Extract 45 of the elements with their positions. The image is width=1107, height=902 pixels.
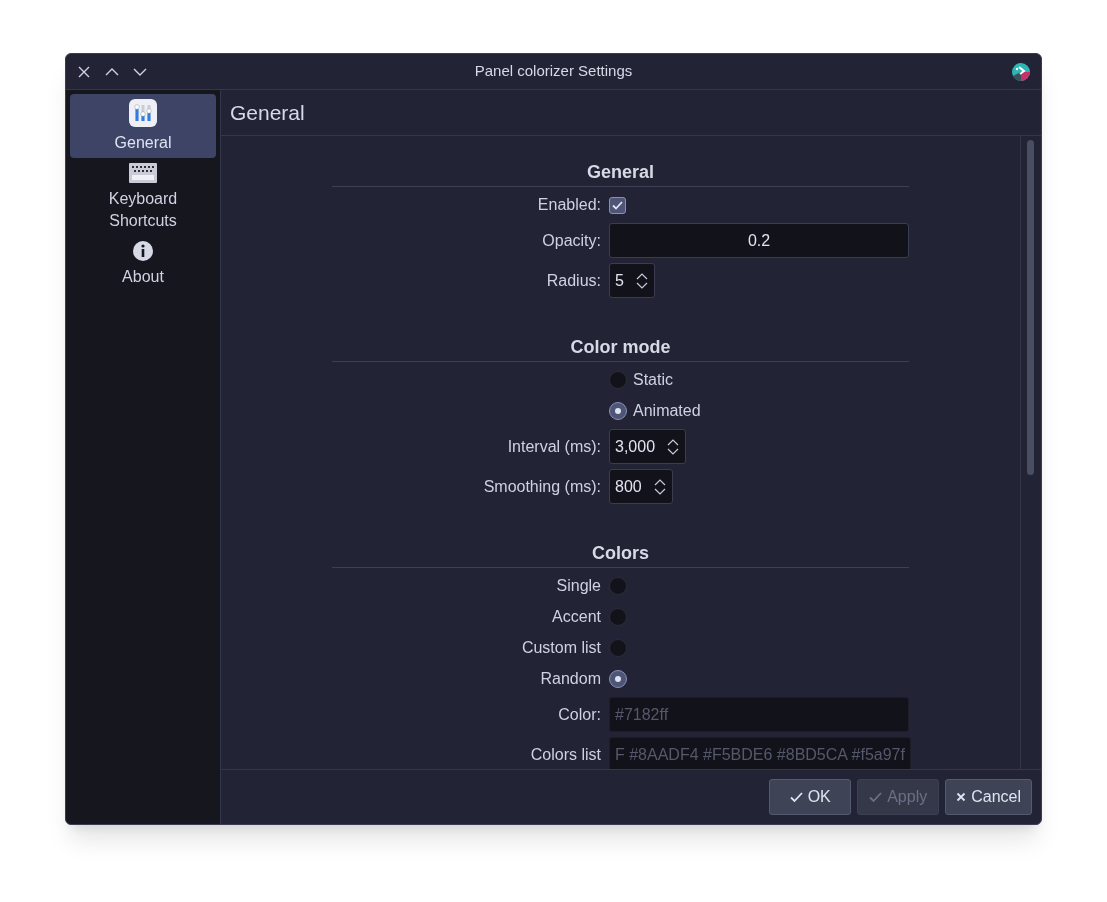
radio-label: Random (540, 669, 601, 689)
spin-box[interactable]: 3,000 (609, 429, 687, 464)
field-label: Smoothing (ms): (483, 476, 601, 497)
radio-label: Custom list (521, 638, 601, 658)
radio-label: Static (633, 370, 673, 390)
info-icon (132, 240, 154, 262)
section-title: Color mode (570, 336, 671, 358)
field-label: Radius: (546, 270, 601, 291)
sidebar-item[interactable]: General (70, 94, 216, 158)
section-title: Colors (592, 542, 649, 564)
spin-arrows-icon[interactable] (667, 437, 680, 456)
close-icon (956, 792, 967, 802)
field-label: Colors list (530, 744, 601, 765)
spin-box[interactable]: 800 (609, 469, 673, 504)
checkbox[interactable] (609, 196, 626, 214)
radio-button[interactable] (609, 670, 627, 688)
check-icon (869, 791, 883, 803)
sidebar-item[interactable]: About (70, 236, 216, 292)
sidebar-item[interactable]: Keyboard Shortcuts (70, 158, 216, 236)
radio-label: Animated (633, 401, 701, 421)
radio-button[interactable] (609, 639, 627, 657)
radio-button[interactable] (609, 402, 627, 420)
dialog-button[interactable]: Cancel (945, 779, 1032, 815)
radio-button[interactable] (609, 608, 627, 626)
spin-box[interactable]: 5 (609, 263, 655, 298)
sliders-icon (128, 98, 158, 128)
check-icon (612, 200, 623, 210)
spin-arrows-icon[interactable] (653, 477, 666, 496)
section-title: General (586, 161, 654, 183)
window-title: Panel colorizer Settings (474, 61, 633, 82)
keyboard-icon (128, 162, 158, 184)
field-label: Enabled: (537, 195, 601, 215)
app-icon (1011, 61, 1031, 82)
page-title: General (230, 99, 305, 126)
radio-button[interactable] (609, 577, 627, 595)
radio-label: Accent (552, 607, 601, 627)
radio-button[interactable] (609, 371, 627, 389)
dialog-button[interactable]: OK (769, 779, 852, 815)
field-label: Interval (ms): (507, 436, 601, 457)
spin-arrows-icon[interactable] (635, 271, 648, 290)
field-label: Opacity: (542, 230, 601, 251)
text-field[interactable]: 0.2 (609, 223, 909, 258)
field-label: Color: (558, 704, 601, 725)
check-icon (789, 791, 803, 803)
radio-label: Single (556, 576, 601, 596)
